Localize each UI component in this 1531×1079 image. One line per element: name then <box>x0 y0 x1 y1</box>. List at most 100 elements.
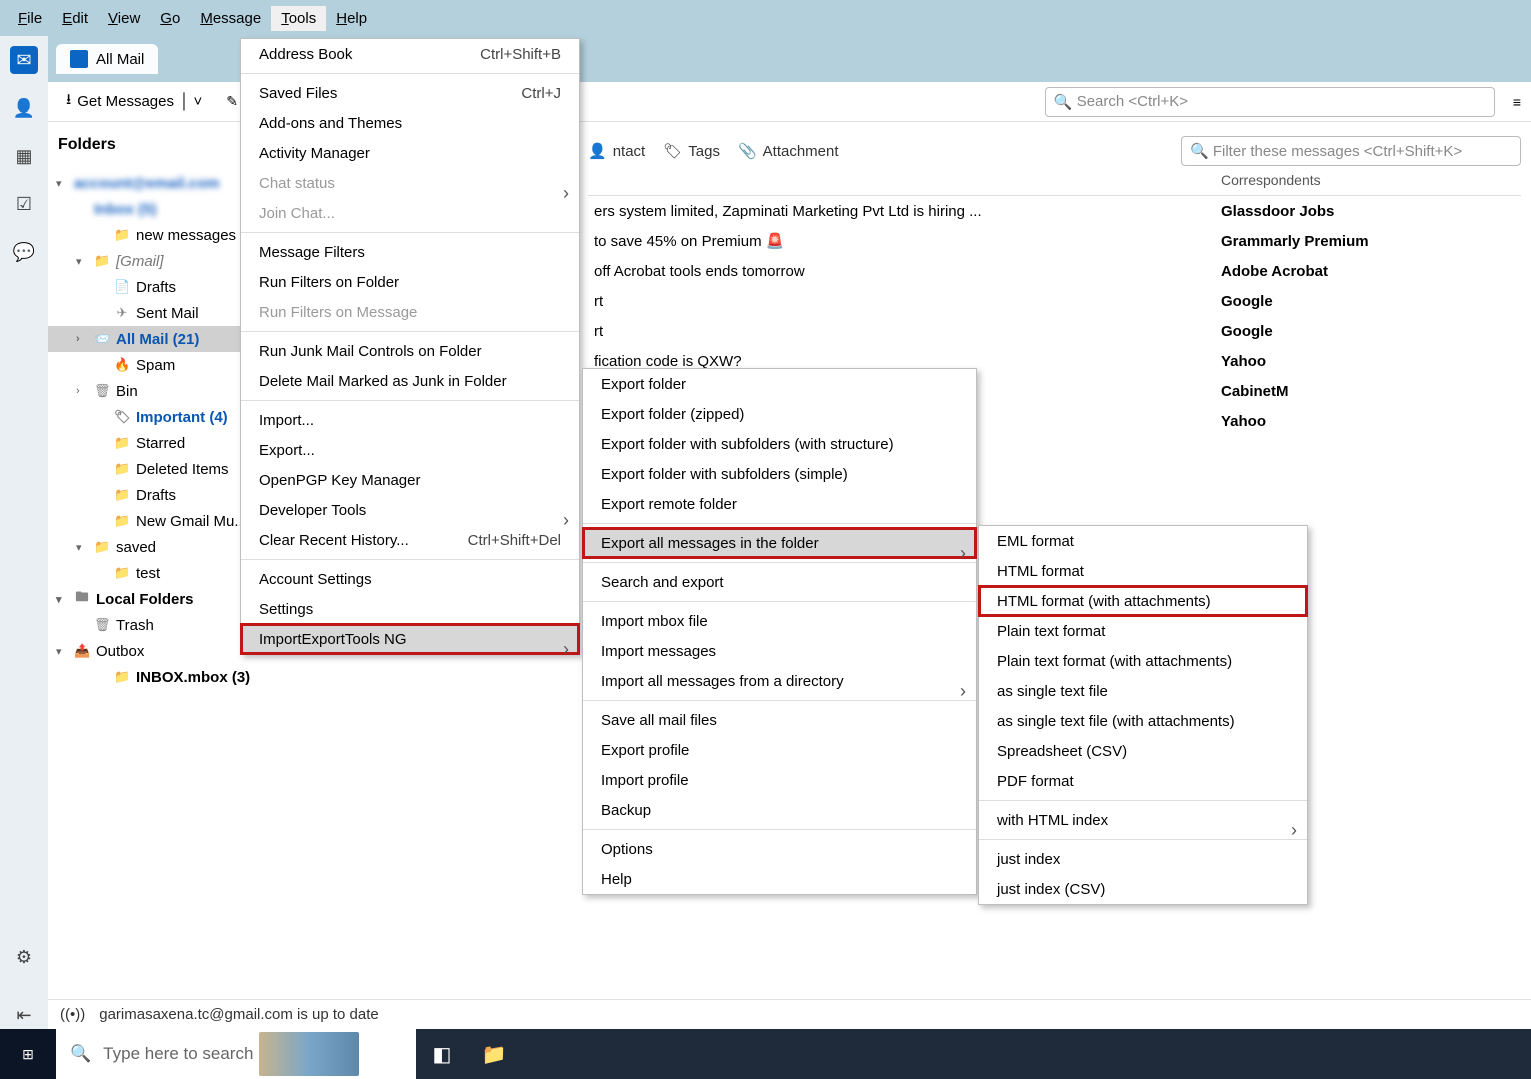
menu-item-label: ImportExportTools NG <box>259 631 407 648</box>
menu-item[interactable]: Import... <box>241 405 579 435</box>
menu-item[interactable]: as single text file (with attachments) <box>979 706 1307 736</box>
menu-item[interactable]: HTML format <box>979 556 1307 586</box>
menu-item[interactable]: Import mbox file <box>583 606 976 636</box>
menu-item[interactable]: Delete Mail Marked as Junk in Folder <box>241 366 579 396</box>
message-row[interactable]: off Acrobat tools ends tomorrowAdobe Acr… <box>588 256 1521 286</box>
menu-go[interactable]: Go <box>150 6 190 31</box>
col-subject[interactable] <box>588 172 1221 195</box>
menu-item[interactable]: Address BookCtrl+Shift+B <box>241 39 579 69</box>
menu-item[interactable]: Import all messages from a directory <box>583 666 976 696</box>
search-placeholder: Search <Ctrl+K> <box>1077 93 1188 110</box>
menu-item[interactable]: Export folder with subfolders (with stru… <box>583 429 976 459</box>
folder-icon: 📁 <box>114 461 130 477</box>
menu-item[interactable]: Spreadsheet (CSV) <box>979 736 1307 766</box>
message-row[interactable]: ers system limited, Zapminati Marketing … <box>588 196 1521 226</box>
menu-item[interactable]: OpenPGP Key Manager <box>241 465 579 495</box>
menu-item-label: Account Settings <box>259 571 372 588</box>
menu-item[interactable]: Export folder (zipped) <box>583 399 976 429</box>
addressbook-icon[interactable]: 👤 <box>10 94 38 122</box>
filter-attachment[interactable]: 📎Attachment <box>738 142 839 160</box>
menu-item[interactable]: HTML format (with attachments) <box>979 586 1307 616</box>
menu-item[interactable]: Export profile <box>583 735 976 765</box>
menu-item[interactable]: as single text file <box>979 676 1307 706</box>
settings-icon[interactable]: ⚙ <box>10 943 38 971</box>
menu-item[interactable]: Settings <box>241 594 579 624</box>
menu-item[interactable]: Export... <box>241 435 579 465</box>
import-export-submenu: Export folderExport folder (zipped)Expor… <box>582 368 977 895</box>
menu-item[interactable]: Export remote folder <box>583 489 976 519</box>
menu-item-label: Saved Files <box>259 85 337 102</box>
menu-item[interactable]: Options <box>583 834 976 864</box>
mail-icon[interactable]: ✉ <box>10 46 38 74</box>
task-view-icon[interactable]: ◧ <box>416 1029 468 1079</box>
message-row[interactable]: rtGoogle <box>588 286 1521 316</box>
menu-item[interactable]: Account Settings <box>241 564 579 594</box>
menu-item[interactable]: Save all mail files <box>583 705 976 735</box>
file-explorer-icon[interactable]: 📁 <box>468 1029 520 1079</box>
menu-item-label: as single text file <box>997 683 1108 700</box>
menu-item[interactable]: Add-ons and Themes <box>241 108 579 138</box>
menu-item[interactable]: Export folder with subfolders (simple) <box>583 459 976 489</box>
menu-shortcut: Ctrl+Shift+Del <box>468 532 561 549</box>
filter-input[interactable]: 🔍 Filter these messages <Ctrl+Shift+K> <box>1181 136 1521 166</box>
search-icon: 🔍 <box>1054 93 1073 111</box>
filter-tags[interactable]: 🏷Tags <box>663 142 720 160</box>
menu-item[interactable]: Import messages <box>583 636 976 666</box>
menu-item[interactable]: Developer Tools <box>241 495 579 525</box>
tasks-icon[interactable]: ☑ <box>10 190 38 218</box>
menu-item[interactable]: Clear Recent History...Ctrl+Shift+Del <box>241 525 579 555</box>
menu-icon[interactable]: ≡ <box>1513 94 1521 110</box>
chat-icon[interactable]: 💬 <box>10 238 38 266</box>
menu-shortcut: Ctrl+Shift+B <box>480 46 561 63</box>
menu-item-label: Export remote folder <box>601 496 737 513</box>
menu-item-label: as single text file (with attachments) <box>997 713 1235 730</box>
message-row[interactable]: rtGoogle <box>588 316 1521 346</box>
menu-item[interactable]: Run Filters on Folder <box>241 267 579 297</box>
menu-item: Join Chat... <box>241 198 579 228</box>
menu-item[interactable]: Backup <box>583 795 976 825</box>
menu-help[interactable]: Help <box>326 6 377 31</box>
menu-tools[interactable]: Tools <box>271 6 326 31</box>
menu-item[interactable]: Run Junk Mail Controls on Folder <box>241 336 579 366</box>
menu-item[interactable]: PDF format <box>979 766 1307 796</box>
taskbar-search-ph: Type here to search <box>103 1044 253 1064</box>
folder-label: INBOX.mbox (3) <box>136 669 250 686</box>
msg-correspondent: Grammarly Premium <box>1221 233 1521 250</box>
menu-item[interactable]: Saved FilesCtrl+J <box>241 78 579 108</box>
menu-item[interactable]: ImportExportTools NG <box>241 624 579 654</box>
compose-icon[interactable]: ✎ <box>226 93 238 110</box>
menu-item[interactable]: EML format <box>979 526 1307 556</box>
menu-item-label: Help <box>601 871 632 888</box>
menu-item[interactable]: just index <box>979 844 1307 874</box>
menu-edit[interactable]: Edit <box>52 6 98 31</box>
menu-item[interactable]: Export folder <box>583 369 976 399</box>
col-correspondents[interactable]: Correspondents <box>1221 172 1521 195</box>
start-button[interactable]: ⊞ <box>0 1029 56 1079</box>
collapse-icon[interactable]: ⇤ <box>10 1001 38 1029</box>
calendar-icon[interactable]: ▦ <box>10 142 38 170</box>
menu-file[interactable]: File <box>8 6 52 31</box>
taskbar-search[interactable]: 🔍 Type here to search <box>56 1029 416 1079</box>
menu-item[interactable]: Message Filters <box>241 237 579 267</box>
message-row[interactable]: to save 45% on Premium 🚨Grammarly Premiu… <box>588 226 1521 256</box>
menu-item[interactable]: Export all messages in the folder <box>583 528 976 558</box>
get-messages-button[interactable]: ⭳ Get Messages │ ˅ <box>58 85 210 118</box>
menu-item[interactable]: with HTML index <box>979 805 1307 835</box>
menu-item[interactable]: Help <box>583 864 976 894</box>
menubar: FileEditViewGoMessageToolsHelp <box>0 0 1531 36</box>
menu-view[interactable]: View <box>98 6 150 31</box>
menu-item[interactable]: Activity Manager <box>241 138 579 168</box>
menu-item[interactable]: Plain text format (with attachments) <box>979 646 1307 676</box>
menu-item[interactable]: just index (CSV) <box>979 874 1307 904</box>
menu-item[interactable]: Plain text format <box>979 616 1307 646</box>
menu-message[interactable]: Message <box>190 6 271 31</box>
menu-item[interactable]: Import profile <box>583 765 976 795</box>
folder-node[interactable]: 📁INBOX.mbox (3) <box>48 664 288 690</box>
menu-item-label: Save all mail files <box>601 712 717 729</box>
tab-all-mail[interactable]: All Mail <box>56 44 158 74</box>
caret-icon: › <box>76 385 88 397</box>
folder-label: Bin <box>116 383 138 400</box>
global-search[interactable]: 🔍 Search <Ctrl+K> <box>1045 87 1495 117</box>
menu-item[interactable]: Search and export <box>583 567 976 597</box>
filter-contact[interactable]: 👤ntact <box>588 142 645 160</box>
